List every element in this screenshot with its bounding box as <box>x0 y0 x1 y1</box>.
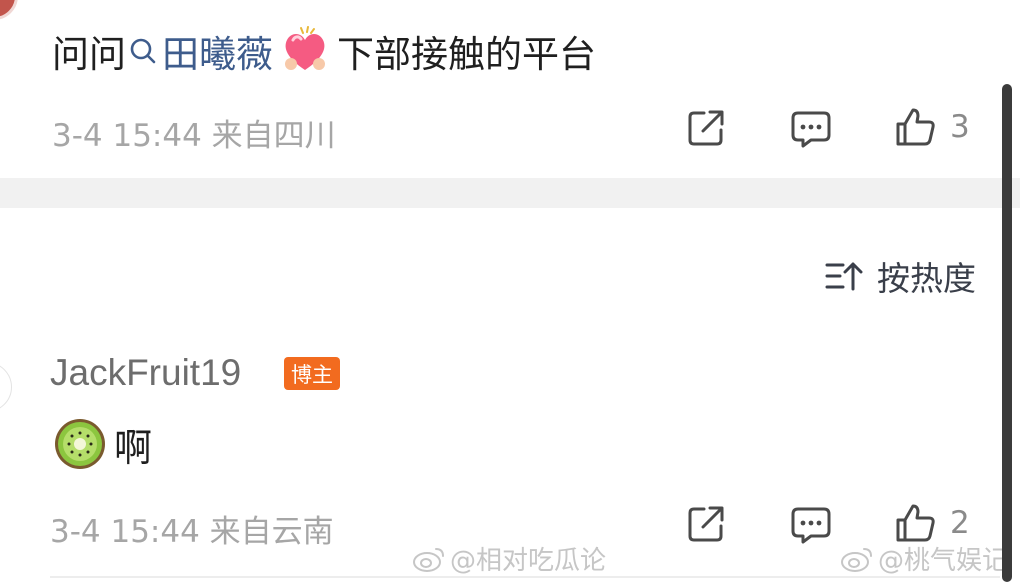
kiwi-emoji <box>55 419 105 469</box>
comment-text-before: 问问 <box>52 33 126 76</box>
reply-meta: 3-4 15:44 来自云南 <box>50 514 334 550</box>
share-button[interactable] <box>686 108 726 148</box>
row-divider <box>50 576 1000 578</box>
author-badge: 博主 <box>284 357 340 390</box>
mention-link[interactable]: 田曦薇 <box>162 24 273 78</box>
scrollbar[interactable] <box>1002 84 1012 582</box>
comment-text: 问问 田曦薇 下部接触的平台 <box>52 26 596 76</box>
sort-by-hot-button[interactable]: 按热度 <box>825 252 976 300</box>
reply-username[interactable]: JackFruit19 <box>50 352 241 394</box>
like-button[interactable]: 3 <box>894 106 970 148</box>
comment-meta: 3-4 15:44 来自四川 <box>52 118 336 154</box>
reply-like-count: 2 <box>950 505 970 541</box>
comment-icon <box>791 111 831 148</box>
reply-avatar[interactable] <box>0 362 12 412</box>
reply-comment-button[interactable] <box>790 504 832 546</box>
watermark-text: @相对吃瓜论 <box>450 546 607 576</box>
watermark: @相对吃瓜论 <box>412 540 606 577</box>
comment-button[interactable] <box>790 108 832 150</box>
weibo-icon <box>413 547 444 572</box>
search-icon <box>130 38 156 64</box>
comment-text-after: 下部接触的平台 <box>337 33 596 76</box>
thumbs-up-icon <box>896 108 935 146</box>
sort-icon <box>825 262 863 291</box>
watermark-text: @桃气娱记 <box>878 546 1009 576</box>
heart-emoji <box>285 26 325 70</box>
section-divider <box>0 178 1020 208</box>
avatar[interactable] <box>0 0 18 20</box>
thumbs-up-icon <box>896 504 935 542</box>
like-count: 3 <box>950 109 970 145</box>
share-icon <box>688 110 724 146</box>
reply-content: 啊 <box>114 425 153 470</box>
weibo-icon <box>841 547 872 572</box>
reply-share-button[interactable] <box>686 504 726 544</box>
reply-text: 啊 <box>52 416 152 472</box>
comment-icon <box>791 507 831 544</box>
sort-label: 按热度 <box>877 259 976 298</box>
share-icon <box>688 506 724 542</box>
watermark: @桃气娱记 <box>840 540 1008 577</box>
reply-like-button[interactable]: 2 <box>894 502 970 544</box>
